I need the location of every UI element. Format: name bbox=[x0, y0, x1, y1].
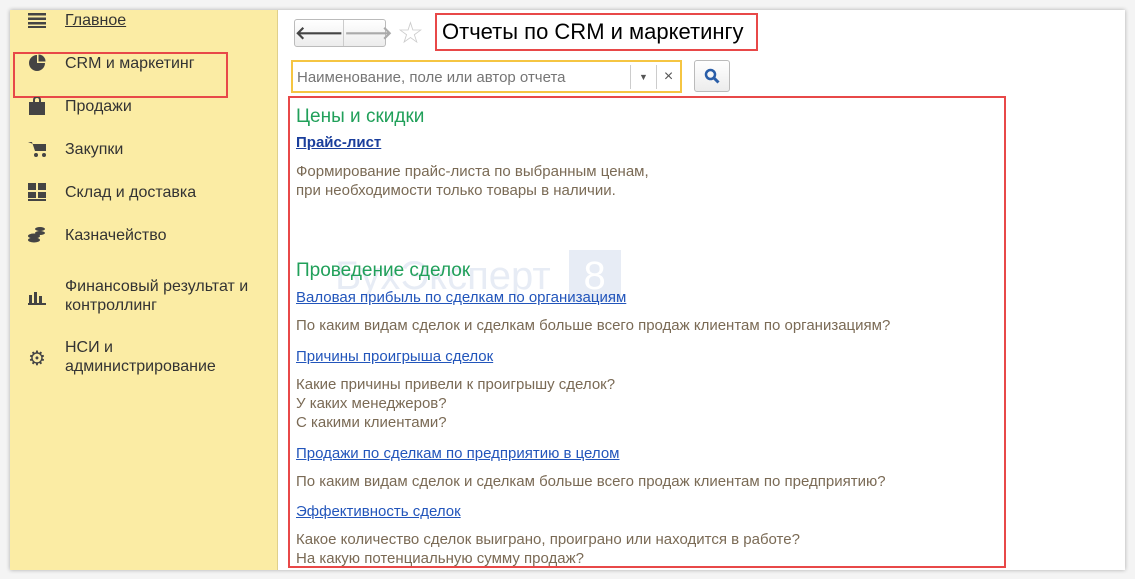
dropdown-button[interactable]: ▼ bbox=[630, 65, 656, 89]
report-link[interactable]: Прайс-лист bbox=[296, 134, 381, 151]
report-link[interactable]: Эффективность сделок bbox=[296, 503, 461, 520]
menu-icon bbox=[28, 11, 46, 29]
report-description: Какое количество сделок выиграно, проигр… bbox=[296, 531, 800, 567]
sidebar-item-label: Продажи bbox=[65, 97, 132, 115]
sidebar-item-finance[interactable]: Финансовый результат и контроллинг bbox=[10, 277, 278, 317]
nav-buttons: 🡐 🡒 bbox=[294, 19, 393, 47]
report-description: Какие причины привели к проигрышу сделок… bbox=[296, 376, 616, 431]
sidebar-item-label: Главное bbox=[65, 11, 127, 29]
search-button[interactable] bbox=[694, 60, 730, 92]
section-title: Цены и скидки bbox=[296, 106, 425, 127]
sidebar-item-label: Закупки bbox=[65, 140, 124, 158]
coins-icon bbox=[28, 226, 46, 244]
gear-icon: ⚙ bbox=[28, 347, 46, 370]
sidebar-item-label: CRM и маркетинг bbox=[65, 54, 195, 72]
warehouse-icon bbox=[28, 183, 46, 201]
favorite-star-icon[interactable]: ☆ bbox=[397, 16, 424, 51]
section-title: Проведение сделок bbox=[296, 260, 471, 281]
report-link[interactable]: Причины проигрыша сделок bbox=[296, 348, 493, 365]
search-input[interactable] bbox=[297, 66, 627, 88]
search-field[interactable]: ▼ × bbox=[291, 60, 682, 93]
sidebar-item-label: Финансовый результат и контроллинг bbox=[65, 278, 249, 314]
report-description: По каким видам сделок и сделкам больше в… bbox=[296, 317, 891, 334]
sidebar: Главное CRM и маркетинг Продажи Закупки … bbox=[10, 10, 278, 570]
reports-list: БухЭксперт 8 Цены и скидки Прайс-лист Фор… bbox=[288, 96, 1006, 568]
pie-chart-icon bbox=[28, 54, 46, 72]
sidebar-item-label: Склад и доставка bbox=[65, 183, 197, 201]
forward-button[interactable]: 🡒 bbox=[343, 20, 393, 46]
back-button[interactable]: 🡐 bbox=[295, 20, 343, 46]
report-description: По каким видам сделок и сделкам больше в… bbox=[296, 473, 886, 490]
report-description: Формирование прайс-листа по выбранным це… bbox=[296, 163, 649, 199]
sidebar-item-label: НСИ и администрирование bbox=[65, 339, 216, 375]
shopping-bag-icon bbox=[28, 97, 46, 115]
cart-icon bbox=[28, 140, 46, 158]
report-link[interactable]: Валовая прибыль по сделкам по организаци… bbox=[296, 289, 626, 306]
search-icon bbox=[704, 68, 720, 84]
page-title: Отчеты по CRM и маркетингу bbox=[435, 13, 758, 51]
clear-button[interactable]: × bbox=[656, 65, 680, 89]
sidebar-item-label: Казначейство bbox=[65, 226, 167, 244]
app-window: Главное CRM и маркетинг Продажи Закупки … bbox=[10, 10, 1125, 570]
sidebar-item-admin[interactable]: ⚙ НСИ и администрирование bbox=[10, 338, 278, 378]
main-panel: 🡐 🡒 ☆ Отчеты по CRM и маркетингу ▼ × Бух… bbox=[279, 10, 1125, 570]
bar-chart-icon bbox=[28, 288, 46, 306]
report-link[interactable]: Продажи по сделкам по предприятию в цело… bbox=[296, 445, 619, 462]
